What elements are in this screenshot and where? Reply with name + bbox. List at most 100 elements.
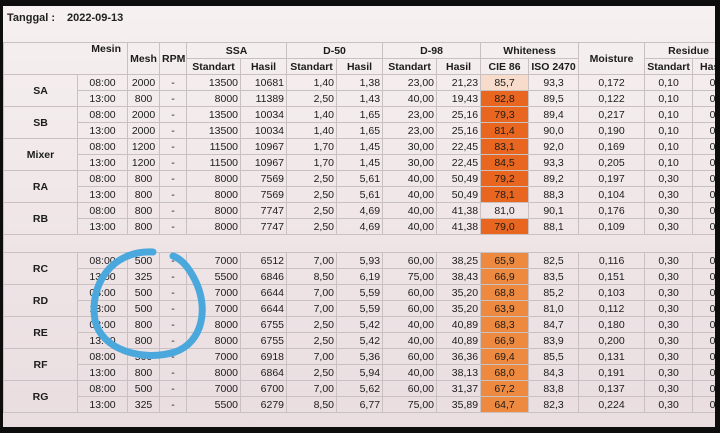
rpm-cell[interactable]: - bbox=[159, 218, 188, 235]
d98-standart-cell[interactable]: 30,00 bbox=[382, 154, 438, 171]
residue-hasil-cell[interactable]: 0,03 bbox=[692, 122, 715, 139]
iso2470-cell[interactable]: 88,3 bbox=[528, 186, 580, 203]
mesh-cell[interactable]: 800 bbox=[127, 170, 161, 187]
moisture-cell[interactable]: 0,131 bbox=[578, 348, 646, 365]
ssa-hasil-cell[interactable]: 6700 bbox=[240, 380, 288, 397]
d50-hasil-cell[interactable]: 5,59 bbox=[336, 284, 384, 301]
d98-standart-cell[interactable]: 60,00 bbox=[382, 284, 438, 301]
mesh-cell[interactable]: 2000 bbox=[127, 106, 161, 123]
time-cell[interactable]: 08:00 bbox=[76, 348, 129, 365]
moisture-cell[interactable]: 0,122 bbox=[578, 90, 646, 107]
d50-hasil-cell[interactable]: 5,93 bbox=[336, 252, 384, 269]
residue-standart-cell[interactable]: 0,30 bbox=[644, 396, 694, 413]
iso2470-cell[interactable]: 89,4 bbox=[528, 106, 580, 123]
ssa-standart-cell[interactable]: 5500 bbox=[186, 268, 242, 285]
d98-standart-cell[interactable]: 60,00 bbox=[382, 380, 438, 397]
mesh-cell[interactable]: 1200 bbox=[127, 154, 161, 171]
d50-hasil-cell[interactable]: 5,94 bbox=[336, 364, 384, 381]
ssa-hasil-cell[interactable]: 6846 bbox=[240, 268, 288, 285]
d98-hasil-cell[interactable]: 36,36 bbox=[436, 348, 482, 365]
d50-hasil-cell[interactable]: 1,45 bbox=[336, 138, 384, 155]
moisture-cell[interactable]: 0,137 bbox=[578, 380, 646, 397]
d98-hasil-cell[interactable]: 41,38 bbox=[436, 202, 482, 219]
mesh-cell[interactable]: 800 bbox=[127, 90, 161, 107]
rpm-cell[interactable]: - bbox=[159, 300, 188, 317]
cie86-cell[interactable]: 83,1 bbox=[480, 138, 530, 155]
mesh-cell[interactable]: 500 bbox=[127, 300, 161, 317]
rpm-cell[interactable]: - bbox=[159, 106, 188, 123]
residue-hasil-cell[interactable]: 0,01 bbox=[692, 268, 715, 285]
moisture-cell[interactable]: 0,190 bbox=[578, 122, 646, 139]
ssa-hasil-cell[interactable]: 6279 bbox=[240, 396, 288, 413]
cie86-cell[interactable]: 81,0 bbox=[480, 202, 530, 219]
time-cell[interactable]: 08:00 bbox=[76, 252, 129, 269]
d98-standart-cell[interactable]: 60,00 bbox=[382, 300, 438, 317]
residue-hasil-cell[interactable]: 0,03 bbox=[692, 316, 715, 333]
d50-hasil-cell[interactable]: 5,42 bbox=[336, 332, 384, 349]
mesh-cell[interactable]: 325 bbox=[127, 396, 161, 413]
ssa-standart-cell[interactable]: 7000 bbox=[186, 252, 242, 269]
ssa-standart-cell[interactable]: 8000 bbox=[186, 316, 242, 333]
cie86-cell[interactable]: 82,8 bbox=[480, 90, 530, 107]
d50-standart-cell[interactable]: 7,00 bbox=[286, 380, 338, 397]
rpm-cell[interactable]: - bbox=[159, 268, 188, 285]
iso2470-cell[interactable]: 85,2 bbox=[528, 284, 580, 301]
rpm-cell[interactable]: - bbox=[159, 138, 188, 155]
ssa-hasil-cell[interactable]: 6918 bbox=[240, 348, 288, 365]
d50-standart-cell[interactable]: 2,50 bbox=[286, 202, 338, 219]
time-cell[interactable]: 13:00 bbox=[76, 332, 129, 349]
d50-standart-cell[interactable]: 2,50 bbox=[286, 186, 338, 203]
d98-hasil-cell[interactable]: 31,37 bbox=[436, 380, 482, 397]
ssa-hasil-cell[interactable]: 11389 bbox=[240, 90, 288, 107]
ssa-hasil-cell[interactable]: 10681 bbox=[240, 74, 288, 91]
residue-hasil-cell[interactable]: 0,02 bbox=[692, 170, 715, 187]
residue-hasil-cell[interactable]: 0,01 bbox=[692, 90, 715, 107]
d50-standart-cell[interactable]: 1,70 bbox=[286, 138, 338, 155]
residue-standart-cell[interactable]: 0,30 bbox=[644, 284, 694, 301]
d50-standart-cell[interactable]: 1,70 bbox=[286, 154, 338, 171]
iso2470-cell[interactable]: 93,3 bbox=[528, 74, 580, 91]
d50-standart-cell[interactable]: 2,50 bbox=[286, 364, 338, 381]
d50-hasil-cell[interactable]: 1,65 bbox=[336, 106, 384, 123]
ssa-standart-cell[interactable]: 7000 bbox=[186, 300, 242, 317]
ssa-standart-cell[interactable]: 7000 bbox=[186, 284, 242, 301]
d50-hasil-cell[interactable]: 1,43 bbox=[336, 90, 384, 107]
d50-hasil-cell[interactable]: 5,61 bbox=[336, 170, 384, 187]
d50-standart-cell[interactable]: 7,00 bbox=[286, 284, 338, 301]
ssa-hasil-cell[interactable]: 6864 bbox=[240, 364, 288, 381]
rpm-cell[interactable]: - bbox=[159, 170, 188, 187]
mesin-cell[interactable]: RB bbox=[3, 202, 78, 235]
residue-hasil-cell[interactable]: 0,01 bbox=[692, 332, 715, 349]
moisture-cell[interactable]: 0,112 bbox=[578, 300, 646, 317]
mesin-cell[interactable]: Mixer bbox=[3, 138, 78, 171]
ssa-standart-cell[interactable]: 8000 bbox=[186, 218, 242, 235]
residue-hasil-cell[interactable]: 0,01 bbox=[692, 380, 715, 397]
ssa-standart-cell[interactable]: 11500 bbox=[186, 154, 242, 171]
ssa-standart-cell[interactable]: 13500 bbox=[186, 74, 242, 91]
d98-hasil-cell[interactable]: 22,45 bbox=[436, 154, 482, 171]
residue-standart-cell[interactable]: 0,30 bbox=[644, 380, 694, 397]
residue-standart-cell[interactable]: 0,30 bbox=[644, 300, 694, 317]
time-cell[interactable]: 08:00 bbox=[76, 170, 129, 187]
time-cell[interactable]: 13:00 bbox=[76, 268, 129, 285]
ssa-hasil-cell[interactable]: 10967 bbox=[240, 154, 288, 171]
d50-hasil-cell[interactable]: 1,38 bbox=[336, 74, 384, 91]
d98-hasil-cell[interactable]: 19,43 bbox=[436, 90, 482, 107]
iso2470-cell[interactable]: 89,2 bbox=[528, 170, 580, 187]
moisture-cell[interactable]: 0,191 bbox=[578, 364, 646, 381]
rpm-cell[interactable]: - bbox=[159, 186, 188, 203]
residue-hasil-cell[interactable]: 0,06 bbox=[692, 138, 715, 155]
rpm-cell[interactable]: - bbox=[159, 332, 188, 349]
d98-hasil-cell[interactable]: 35,89 bbox=[436, 396, 482, 413]
time-cell[interactable]: 13:00 bbox=[76, 186, 129, 203]
mesh-cell[interactable]: 800 bbox=[127, 186, 161, 203]
d50-standart-cell[interactable]: 1,40 bbox=[286, 106, 338, 123]
d50-hasil-cell[interactable]: 1,45 bbox=[336, 154, 384, 171]
cie86-cell[interactable]: 66,9 bbox=[480, 268, 530, 285]
d50-hasil-cell[interactable]: 6,19 bbox=[336, 268, 384, 285]
mesh-cell[interactable]: 500 bbox=[127, 284, 161, 301]
mesh-cell[interactable]: 800 bbox=[127, 218, 161, 235]
residue-standart-cell[interactable]: 0,10 bbox=[644, 74, 694, 91]
cie86-cell[interactable]: 67,2 bbox=[480, 380, 530, 397]
cie86-cell[interactable]: 65,9 bbox=[480, 252, 530, 269]
